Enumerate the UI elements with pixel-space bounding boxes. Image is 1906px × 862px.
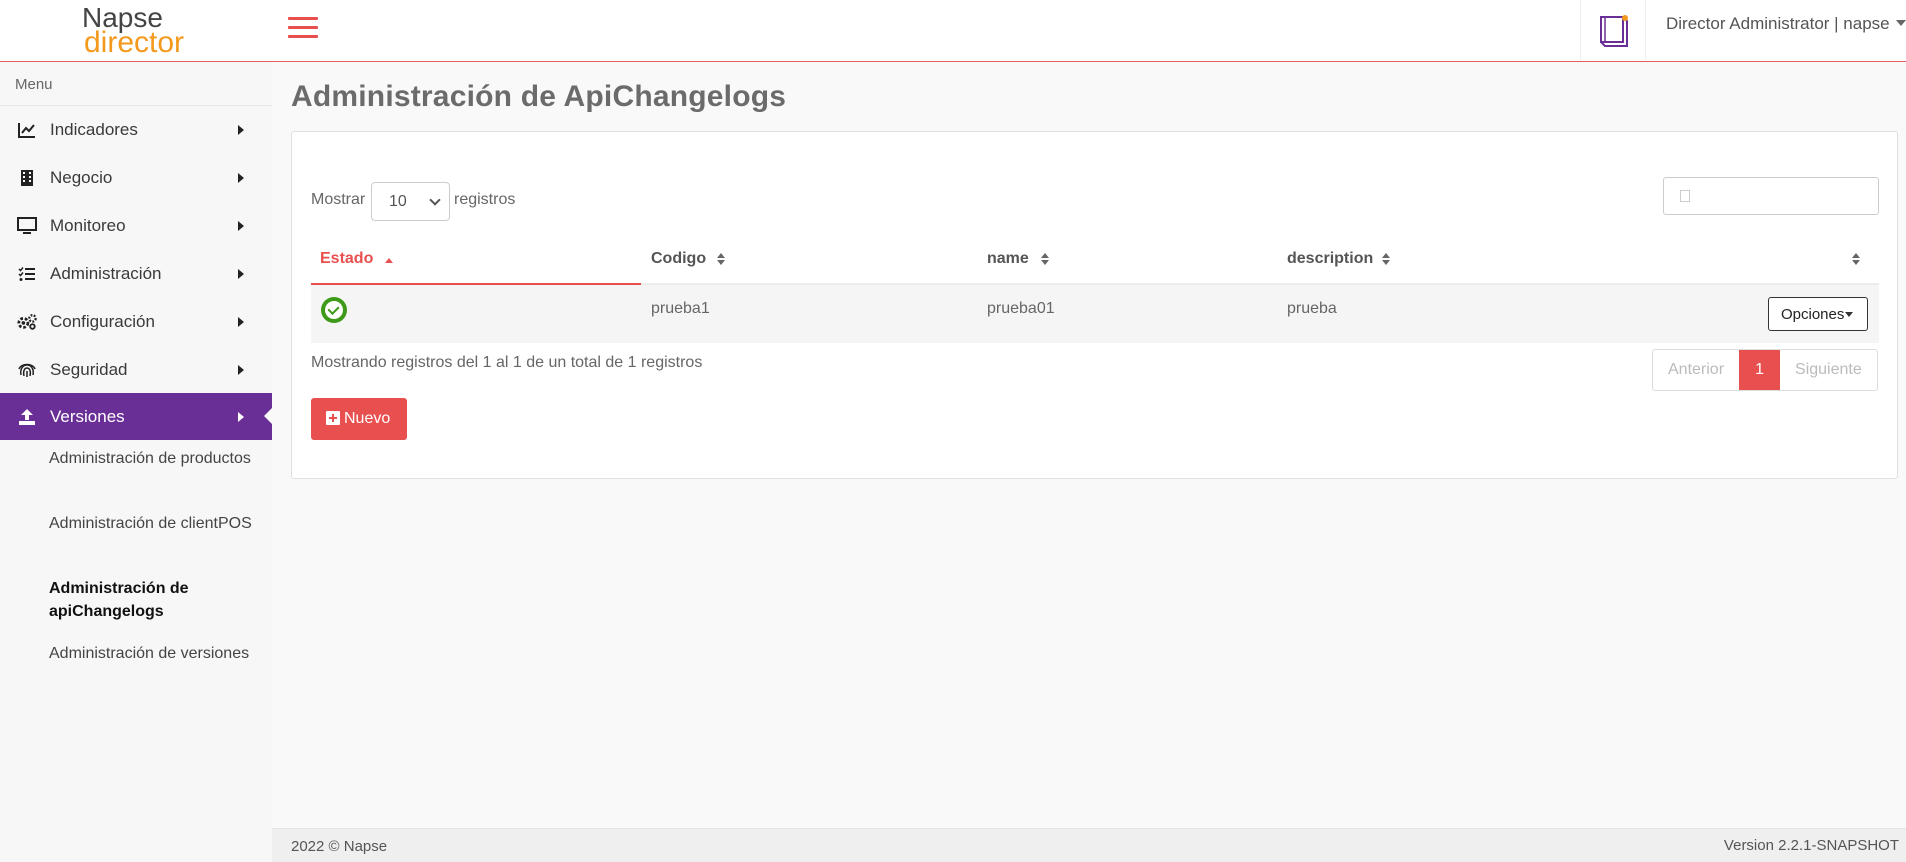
column-header-estado[interactable]: Estado	[320, 250, 373, 268]
user-label: Director Administrator | napse	[1666, 14, 1890, 33]
column-header-codigo[interactable]: Codigo	[651, 250, 706, 268]
footer-copyright: 2022 © Napse	[291, 838, 388, 855]
pagination: Anterior 1 Siguiente	[1652, 349, 1878, 391]
opciones-label: Opciones	[1781, 306, 1845, 323]
opciones-button[interactable]: Opciones	[1768, 297, 1868, 331]
sidebar-item-label: Configuración	[50, 312, 155, 331]
pagination-next[interactable]: Siguiente	[1780, 350, 1877, 390]
gears-icon	[17, 312, 37, 332]
cell-codigo: prueba1	[651, 300, 710, 317]
sidebar-item-label: Versiones	[50, 407, 125, 426]
sidebar-item-negocio[interactable]: Negocio	[0, 154, 272, 201]
check-circle-icon	[321, 297, 347, 323]
search-input[interactable]	[1663, 177, 1879, 215]
footer-version: Version 2.2.1-SNAPSHOT	[1723, 837, 1899, 854]
building-icon	[17, 168, 37, 188]
sidebar: Menu Indicadores Negocio Monitoreo Admin…	[0, 62, 272, 862]
hamburger-menu-icon[interactable]	[288, 16, 318, 40]
length-prefix-label: Mostrar	[311, 191, 366, 208]
column-header-actions-sort-icon[interactable]	[1852, 253, 1860, 267]
caret-down-icon	[1895, 20, 1906, 26]
sort-icon	[1382, 253, 1390, 267]
chevron-down-icon	[429, 194, 441, 206]
caret-right-icon	[238, 173, 244, 183]
monitor-icon	[17, 216, 37, 236]
sidebar-item-label: Negocio	[50, 168, 113, 187]
sidebar-item-seguridad[interactable]: Seguridad	[0, 346, 272, 393]
user-menu-dropdown[interactable]: Director Administrator | napse	[1666, 14, 1906, 34]
sidebar-item-label: Administración	[50, 264, 162, 283]
search-icon	[1680, 190, 1690, 202]
plus-square-icon	[326, 411, 340, 425]
sidebar-subitem-clientpos[interactable]: Administración de clientPOS	[49, 512, 259, 535]
cell-name: prueba01	[987, 300, 1055, 317]
caret-right-icon	[238, 365, 244, 375]
pagination-prev[interactable]: Anterior	[1653, 350, 1739, 390]
logo-text-bottom: director	[84, 26, 185, 59]
column-header-description[interactable]: description	[1287, 250, 1373, 268]
top-navbar: Napse director Director Administrator | …	[0, 0, 1906, 62]
nuevo-label: Nuevo	[344, 410, 391, 427]
napse-director-logo[interactable]: Napse director	[82, 2, 192, 59]
sidebar-item-indicadores[interactable]: Indicadores	[0, 106, 272, 153]
sort-icon	[1041, 253, 1049, 267]
sidebar-item-label: Seguridad	[50, 360, 128, 379]
table-row: prueba1 prueba01 prueba Opciones	[311, 285, 1879, 343]
sidebar-subitem-versiones[interactable]: Administración de versiones	[49, 642, 259, 665]
menu-title: Menu	[15, 76, 53, 93]
caret-right-icon	[238, 317, 244, 327]
page-title: Administración de ApiChangelogs	[291, 80, 787, 113]
caret-right-icon	[238, 269, 244, 279]
footer: 2022 © Napse Version 2.2.1-SNAPSHOT	[272, 828, 1906, 862]
caret-right-icon	[238, 125, 244, 135]
active-notch	[264, 408, 272, 424]
sidebar-item-versiones[interactable]: Versiones	[0, 393, 272, 440]
cell-description: prueba	[1287, 300, 1337, 317]
sort-asc-icon	[385, 258, 393, 263]
caret-right-icon	[238, 412, 244, 422]
content-panel: Mostrar 10 registros Estado Codigo name …	[291, 131, 1898, 479]
sidebar-item-administracion[interactable]: Administración	[0, 250, 272, 297]
sidebar-subitem-apichangelogs[interactable]: Administración de apiChangelogs	[49, 577, 259, 623]
nuevo-button[interactable]: Nuevo	[311, 398, 407, 440]
sidebar-item-monitoreo[interactable]: Monitoreo	[0, 202, 272, 249]
sidebar-item-configuracion[interactable]: Configuración	[0, 298, 272, 345]
sort-icon	[717, 253, 725, 267]
chart-line-icon	[17, 120, 37, 140]
length-suffix-label: registros	[454, 191, 516, 208]
sidebar-item-label: Monitoreo	[50, 216, 126, 235]
book-icon[interactable]	[1580, 0, 1646, 60]
upload-icon	[17, 407, 37, 427]
caret-down-icon	[1845, 312, 1854, 317]
caret-right-icon	[238, 221, 244, 231]
sidebar-item-label: Indicadores	[50, 120, 138, 139]
page-length-value: 10	[389, 193, 407, 210]
column-header-name[interactable]: name	[987, 250, 1029, 268]
pagination-page-1[interactable]: 1	[1739, 350, 1781, 390]
fingerprint-icon	[17, 360, 37, 380]
sidebar-subitem-productos[interactable]: Administración de productos	[49, 447, 259, 470]
table-info: Mostrando registros del 1 al 1 de un tot…	[311, 354, 703, 371]
page-length-select[interactable]: 10	[371, 182, 450, 221]
list-check-icon	[17, 264, 37, 284]
